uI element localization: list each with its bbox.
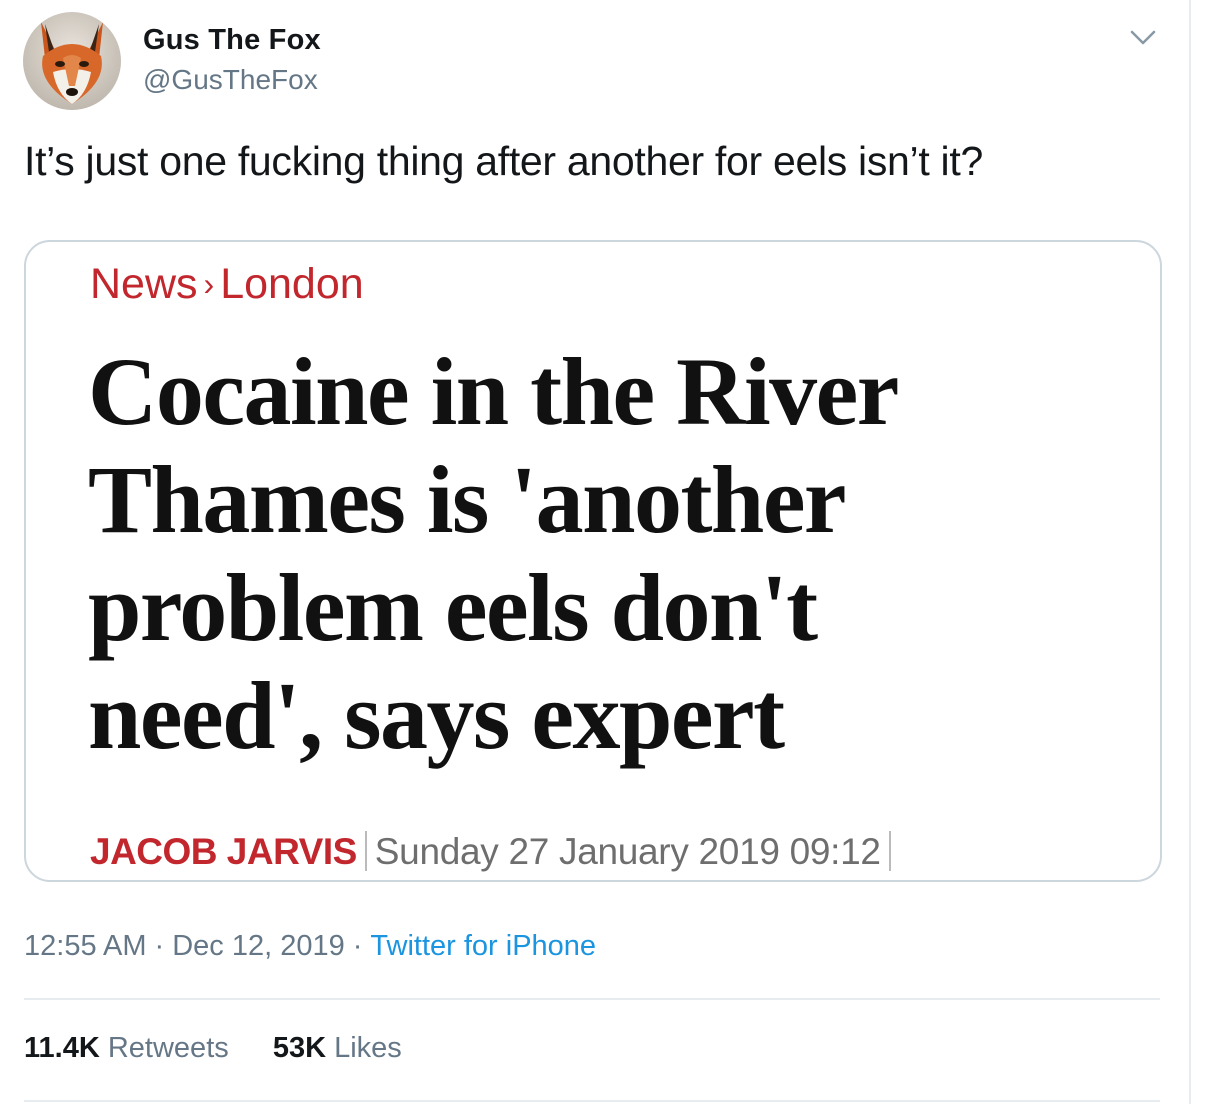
tweet-date[interactable]: Dec 12, 2019 <box>172 930 345 962</box>
user-handle[interactable]: @GusTheFox <box>143 64 318 96</box>
meta-separator: · <box>154 930 165 962</box>
retweets-count: 11.4K <box>24 1032 100 1064</box>
article-byline: JACOB JARVIS Sunday 27 January 2019 09:12 <box>90 830 899 874</box>
tweet-source-link[interactable]: Twitter for iPhone <box>370 930 596 962</box>
byline-divider <box>364 831 367 872</box>
tweet-time[interactable]: 12:55 AM <box>24 930 147 962</box>
breadcrumb-section: News <box>90 260 198 308</box>
article-author: JACOB JARVIS <box>90 831 357 872</box>
retweets-stat[interactable]: 11.4K Retweets <box>24 1032 229 1064</box>
attached-image-card[interactable]: News › London Cocaine in the River Thames … <box>24 240 1162 882</box>
tweet-stats: 11.4K Retweets 53K Likes <box>24 1032 438 1065</box>
headline-line: Cocaine in the River <box>88 338 899 445</box>
likes-stat[interactable]: 53K Likes <box>273 1032 402 1064</box>
tweet-text: It’s just one fucking thing after anothe… <box>24 138 983 184</box>
likes-count: 53K <box>272 1032 327 1064</box>
byline-divider <box>888 831 891 872</box>
display-name[interactable]: Gus The Fox <box>143 24 321 57</box>
timeline-right-border <box>1189 0 1191 1104</box>
breadcrumb-subsection: London <box>220 260 364 308</box>
chevron-down-icon[interactable] <box>1126 22 1160 52</box>
stats-divider-bottom <box>24 1100 1160 1102</box>
headline-line: problem eels don't <box>88 554 818 661</box>
headline-line: Thames is 'another <box>88 446 847 553</box>
stats-divider-top <box>24 998 1160 1000</box>
retweets-label: Retweets <box>107 1032 229 1064</box>
article-breadcrumb: News › London <box>90 260 364 309</box>
tweet-detail: Gus The Fox @GusTheFox It’s just one fuc… <box>0 0 1189 1104</box>
meta-separator: · <box>352 930 363 962</box>
article-headline: Cocaine in the River Thames is 'another … <box>88 338 988 770</box>
article-date: Sunday 27 January 2019 09:12 <box>374 831 881 872</box>
likes-label: Likes <box>334 1032 402 1064</box>
breadcrumb-separator: › <box>203 266 215 302</box>
headline-line: need', says expert <box>88 662 785 769</box>
fox-avatar-icon[interactable] <box>23 12 121 110</box>
tweet-metadata: 12:55 AM · Dec 12, 2019 · Twitter for iPhone <box>24 930 596 963</box>
